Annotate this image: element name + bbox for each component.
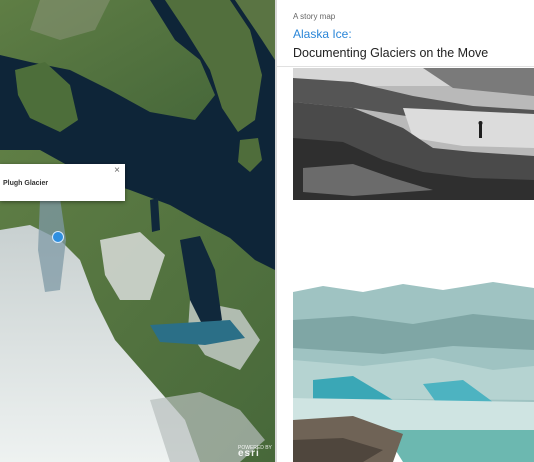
story-subtitle: Documenting Glaciers on the Move bbox=[293, 46, 489, 60]
story-panel[interactable]: A story map Alaska Ice: Documenting Glac… bbox=[277, 0, 534, 462]
historic-glacier-photo bbox=[293, 68, 534, 200]
location-marker[interactable] bbox=[52, 231, 64, 243]
popup-title: Plugh Glacier bbox=[3, 180, 49, 187]
esri-logo: esri bbox=[238, 448, 260, 459]
story-eyebrow: A story map bbox=[293, 12, 336, 21]
map-popup: Plugh Glacier × bbox=[0, 164, 125, 201]
modern-glacier-photo bbox=[293, 280, 534, 462]
esri-attribution[interactable]: POWERED BY esri bbox=[238, 446, 272, 459]
story-title: Alaska Ice: bbox=[293, 27, 352, 41]
satellite-map bbox=[0, 0, 275, 462]
header-divider bbox=[277, 66, 534, 67]
close-icon[interactable]: × bbox=[114, 165, 120, 176]
map-view[interactable]: Plugh Glacier × POWERED BY esri bbox=[0, 0, 275, 462]
